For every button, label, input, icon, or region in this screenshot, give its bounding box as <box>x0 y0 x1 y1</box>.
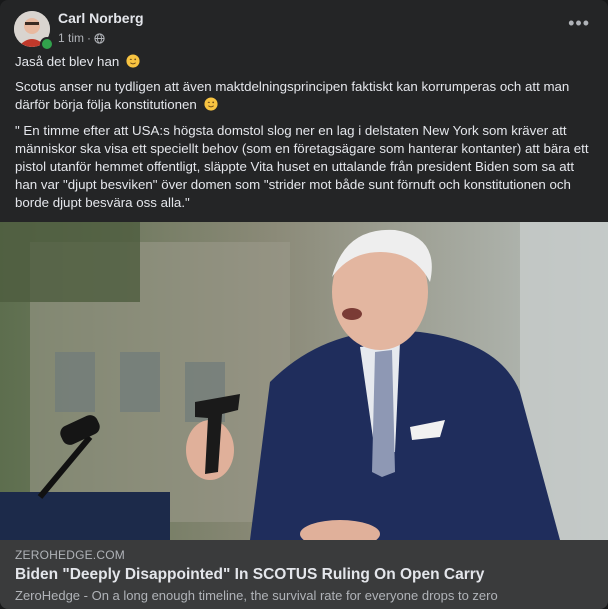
globe-icon[interactable] <box>94 32 105 44</box>
link-domain: ZEROHEDGE.COM <box>15 548 125 562</box>
link-preview-image[interactable] <box>0 222 608 540</box>
post-meta: 1 tim · <box>58 31 105 45</box>
post-text-line: Scotus anser nu tydligen att även maktde… <box>15 79 570 112</box>
post-time[interactable]: 1 tim <box>58 31 84 45</box>
post-text-quote: " En timme efter att USA:s högsta domsto… <box>15 123 589 210</box>
author-name[interactable]: Carl Norberg <box>58 10 144 26</box>
post-text-paragraph: Jaså det blev han <box>15 53 595 71</box>
link-description: ZeroHedge - On a long enough timeline, t… <box>15 588 498 603</box>
post-text-paragraph: Scotus anser nu tydligen att även maktde… <box>15 78 595 114</box>
winking-face-emoji <box>126 54 140 68</box>
winking-face-emoji <box>203 97 218 111</box>
online-status-dot <box>40 37 54 51</box>
more-options-icon[interactable]: ••• <box>568 14 590 32</box>
post-text-line: Jaså det blev han <box>15 54 120 69</box>
link-preview[interactable]: ZEROHEDGE.COM Biden "Deeply Disappointed… <box>0 540 608 609</box>
meta-separator: · <box>87 31 92 45</box>
post-card: Carl Norberg 1 tim · ••• Jaså det blev h… <box>0 0 608 609</box>
link-title[interactable]: Biden "Deeply Disappointed" In SCOTUS Ru… <box>15 566 484 584</box>
